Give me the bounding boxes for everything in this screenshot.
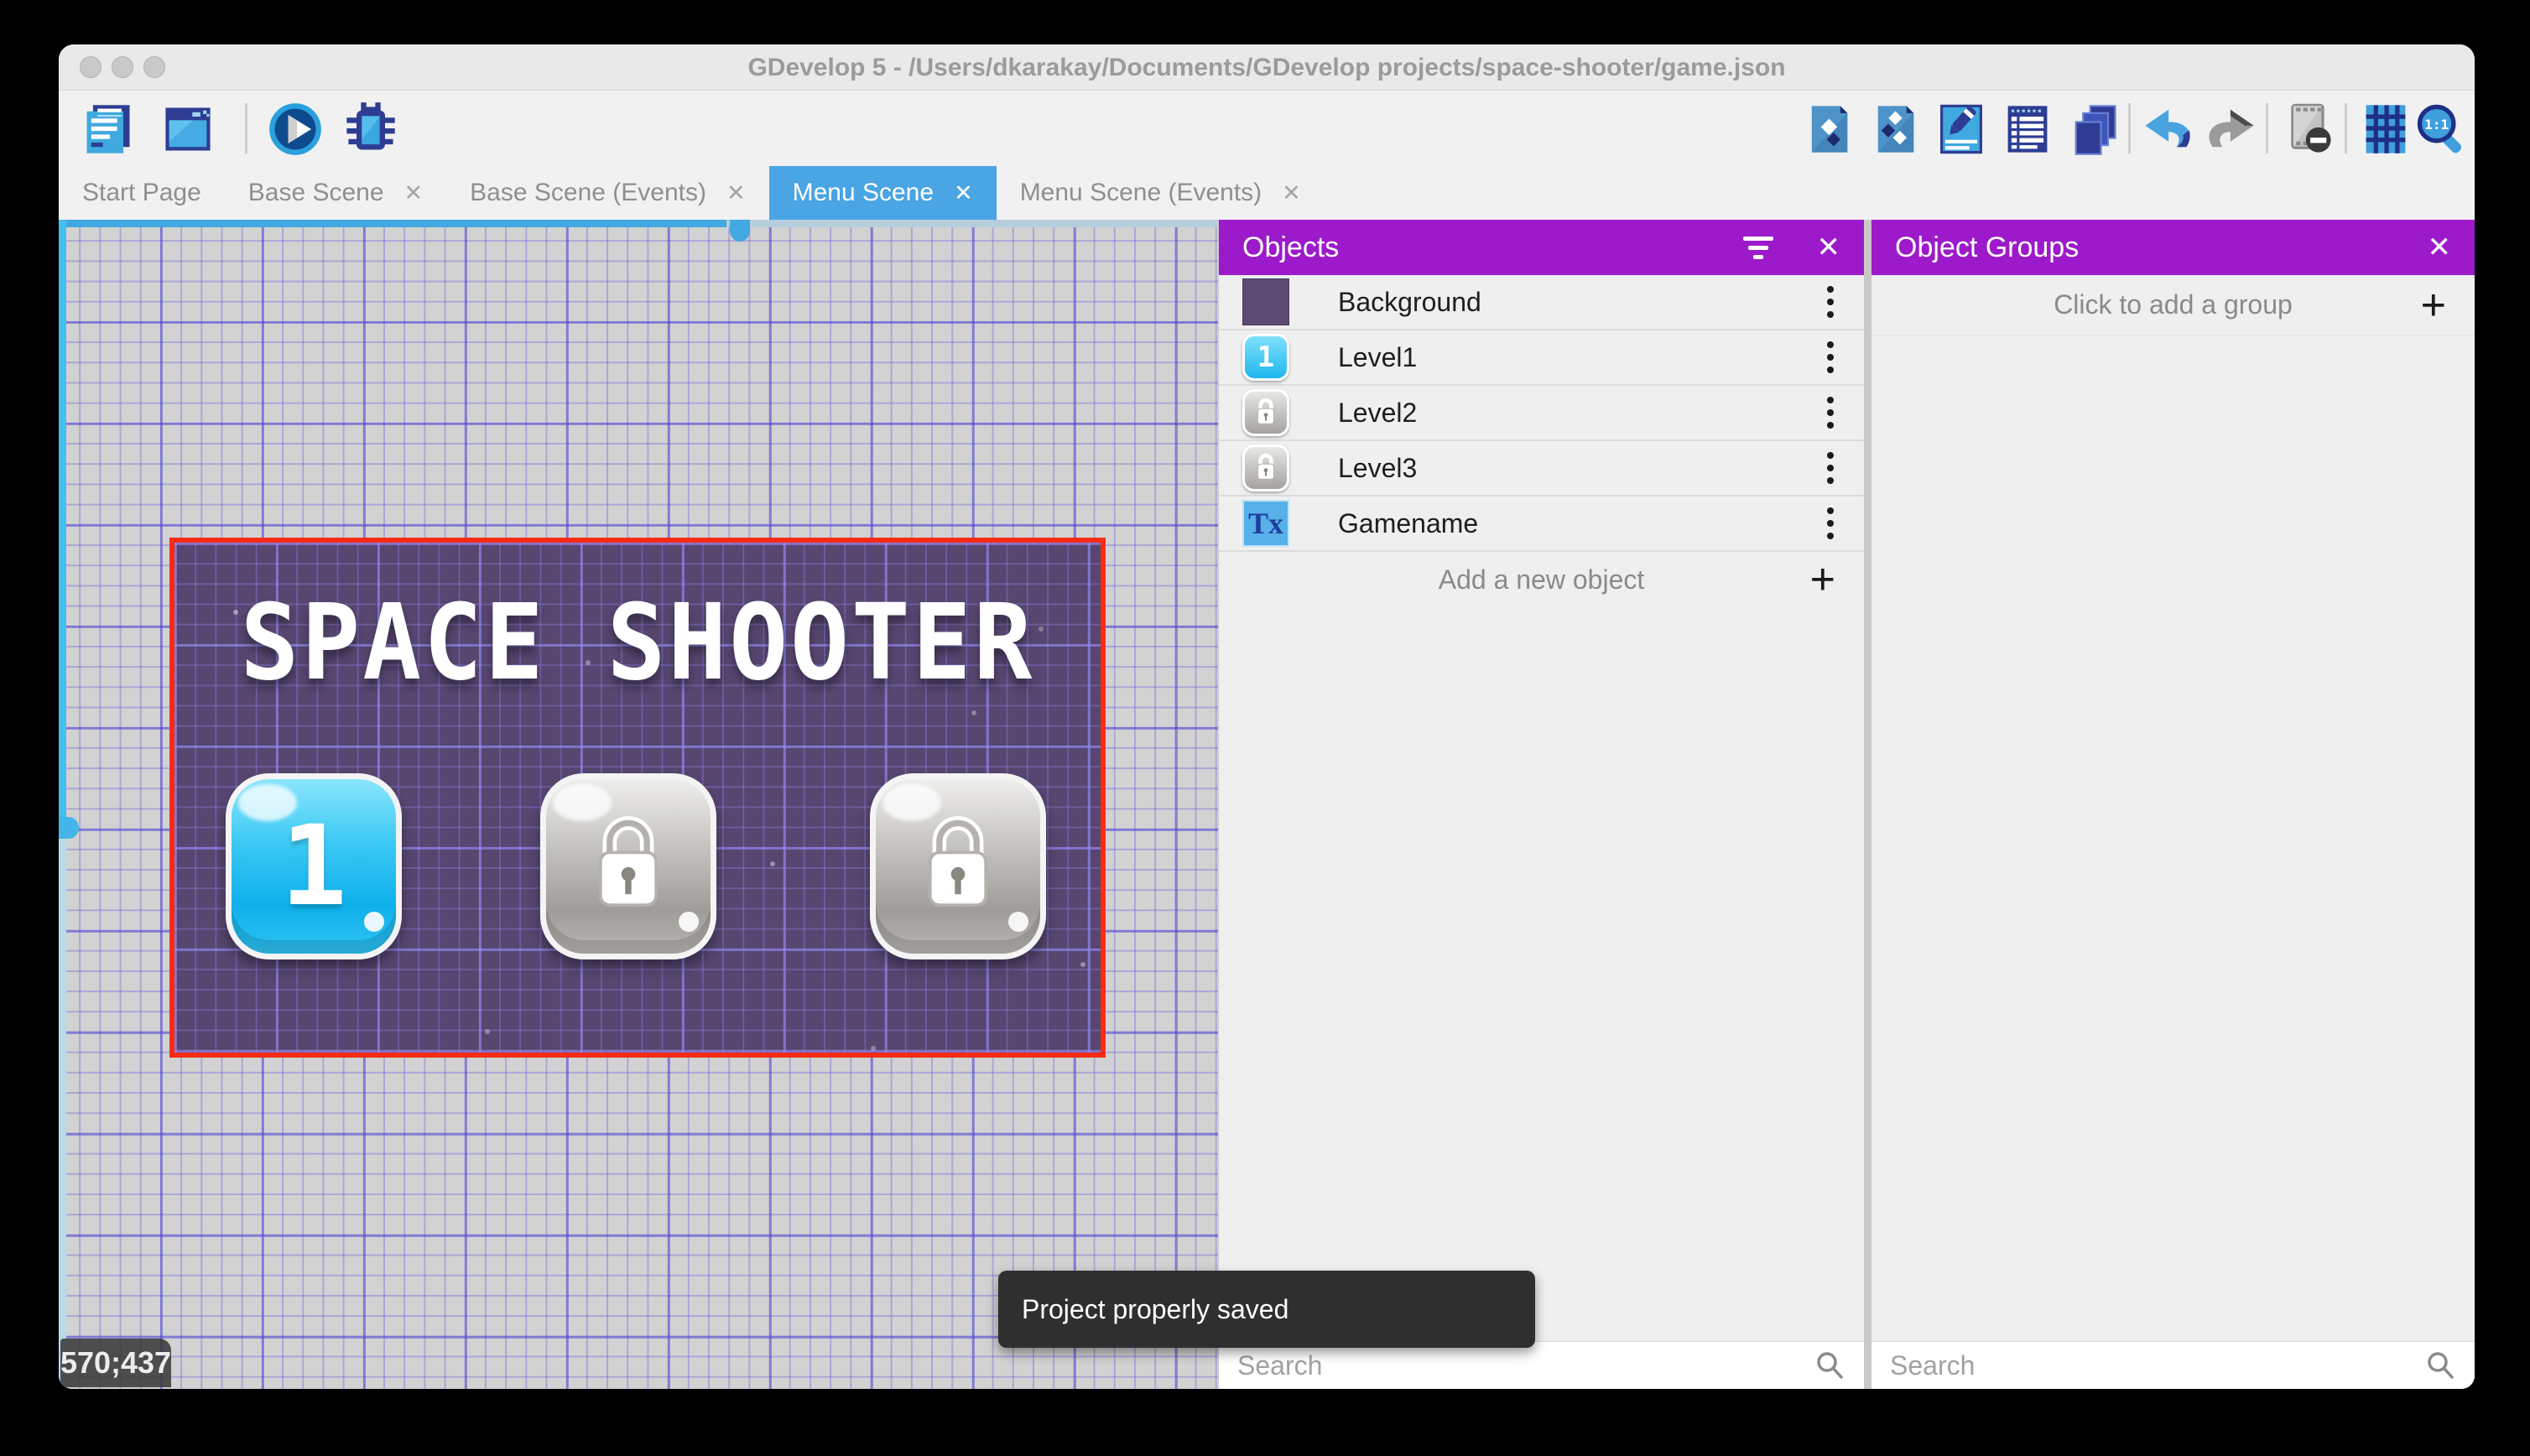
close-icon[interactable]: ✕ (1817, 231, 1841, 264)
toolbar-divider (2128, 103, 2131, 153)
tab-label: Menu Scene (Events) (1019, 179, 1262, 206)
tab-label: Menu Scene (792, 179, 934, 206)
tab-start-page[interactable]: Start Page (59, 166, 225, 220)
object-row-level3[interactable]: Level3 (1219, 441, 1864, 497)
tab-label: Base Scene (Events) (470, 179, 706, 206)
save-toast: Project properly saved (998, 1271, 1535, 1348)
titlebar: GDevelop 5 - /Users/dkarakay/Documents/G… (59, 44, 2475, 91)
properties-icon[interactable] (1933, 101, 1990, 158)
objects-search-input[interactable] (1237, 1349, 1814, 1381)
level1-number: 1 (280, 802, 347, 931)
svg-text:1:1: 1:1 (2424, 117, 2449, 133)
close-window-button[interactable] (80, 56, 102, 78)
undo-icon[interactable] (2138, 101, 2195, 158)
objects-search-bar (1219, 1341, 1864, 1389)
kebab-menu-icon[interactable] (1822, 336, 1839, 378)
horizontal-scrollbar-thumb[interactable] (59, 220, 726, 227)
window-title: GDevelop 5 - /Users/dkarakay/Documents/G… (747, 54, 1786, 81)
lock-icon (598, 816, 659, 907)
gdevelop-window: GDevelop 5 - /Users/dkarakay/Documents/G… (59, 44, 2475, 1389)
objects-panel: Objects ✕ Background 1 Level1 Level2 Lev… (1218, 220, 1864, 1389)
minimize-window-button[interactable] (112, 56, 133, 78)
kebab-menu-icon[interactable] (1822, 447, 1839, 489)
vertical-scrollbar-thumb[interactable] (59, 220, 66, 819)
level3-button-instance[interactable] (870, 773, 1046, 959)
objects-panel-title: Objects (1242, 231, 1340, 263)
debug-preview-icon[interactable] (342, 101, 399, 158)
layers-icon[interactable] (2065, 101, 2122, 158)
objects-editor-icon[interactable] (1801, 101, 1858, 158)
tab-base-scene[interactable]: Base Scene ✕ (225, 166, 446, 220)
tabbar: Start Page Base Scene ✕ Base Scene (Even… (59, 166, 2475, 220)
zoom-ratio-icon[interactable]: 1:1 (2413, 101, 2470, 158)
object-row-gamename[interactable]: Tx Gamename (1219, 497, 1864, 552)
search-icon[interactable] (1814, 1349, 1845, 1381)
level1-button-instance[interactable]: 1 (226, 773, 402, 959)
plus-icon[interactable]: + (1810, 554, 1835, 605)
close-tab-icon[interactable]: ✕ (726, 180, 746, 206)
close-tab-icon[interactable]: ✕ (954, 180, 973, 206)
instances-list-icon[interactable] (1999, 101, 2056, 158)
scene-editor-canvas[interactable]: SPACE SHOOTER 1 570;437 (59, 220, 1218, 1389)
groups-search-input[interactable] (1890, 1349, 2424, 1381)
add-object-row[interactable]: Add a new object + (1219, 552, 1864, 607)
add-group-row[interactable]: Click to add a group + (1871, 275, 2475, 335)
window-mask-icon[interactable] (2280, 101, 2337, 158)
tab-menu-scene-events[interactable]: Menu Scene (Events) ✕ (997, 166, 1325, 220)
toolbar-divider (2345, 103, 2347, 153)
level3-thumbnail (1242, 445, 1289, 491)
kebab-menu-icon[interactable] (1822, 281, 1839, 323)
level2-button-instance[interactable] (540, 773, 716, 959)
filter-icon[interactable] (1742, 236, 1773, 259)
scene-area[interactable]: SPACE SHOOTER 1 (169, 538, 1106, 1058)
search-icon[interactable] (2424, 1349, 2456, 1381)
object-groups-panel-header: Object Groups ✕ (1871, 220, 2475, 275)
scene-window-icon[interactable] (159, 101, 216, 158)
gamename-thumbnail: Tx (1242, 500, 1289, 547)
project-manager-icon[interactable] (80, 101, 137, 158)
redo-icon[interactable] (2204, 101, 2261, 158)
groups-search-bar (1871, 1341, 2475, 1389)
objects-panel-header: Objects ✕ (1219, 220, 1864, 275)
toolbar-divider (2266, 103, 2268, 153)
tab-base-scene-events[interactable]: Base Scene (Events) ✕ (446, 166, 768, 220)
close-tab-icon[interactable]: ✕ (404, 180, 424, 206)
object-groups-panel: Object Groups ✕ Click to add a group + (1871, 220, 2475, 1389)
close-icon[interactable]: ✕ (2428, 231, 2452, 264)
object-row-background[interactable]: Background (1219, 275, 1864, 330)
background-thumbnail (1242, 278, 1289, 325)
toolbar: 1:1 (59, 91, 2475, 166)
object-groups-panel-title: Object Groups (1895, 231, 2080, 263)
grid-icon[interactable] (2357, 101, 2414, 158)
panel-resize-handle[interactable] (1864, 220, 1871, 1389)
horizontal-scrollbar-marker[interactable] (730, 220, 750, 242)
gamename-text-instance[interactable]: SPACE SHOOTER (174, 582, 1101, 705)
tab-label: Base Scene (247, 179, 384, 206)
tab-label: Start Page (82, 179, 201, 206)
level1-thumbnail: 1 (1242, 334, 1289, 381)
object-groups-icon[interactable] (1867, 101, 1924, 158)
close-tab-icon[interactable]: ✕ (1282, 180, 1301, 206)
toolbar-divider (245, 103, 247, 153)
tab-menu-scene[interactable]: Menu Scene ✕ (768, 166, 997, 220)
cursor-coordinates: 570;437 (60, 1339, 171, 1387)
vertical-scrollbar-marker[interactable] (59, 817, 79, 839)
preview-icon[interactable] (267, 101, 324, 158)
level2-thumbnail (1242, 389, 1289, 436)
object-row-level2[interactable]: Level2 (1219, 386, 1864, 441)
lock-icon (928, 816, 988, 907)
kebab-menu-icon[interactable] (1822, 392, 1839, 434)
kebab-menu-icon[interactable] (1822, 502, 1839, 544)
zoom-window-button[interactable] (143, 56, 165, 78)
object-row-level1[interactable]: 1 Level1 (1219, 330, 1864, 386)
plus-icon[interactable]: + (2421, 280, 2446, 330)
